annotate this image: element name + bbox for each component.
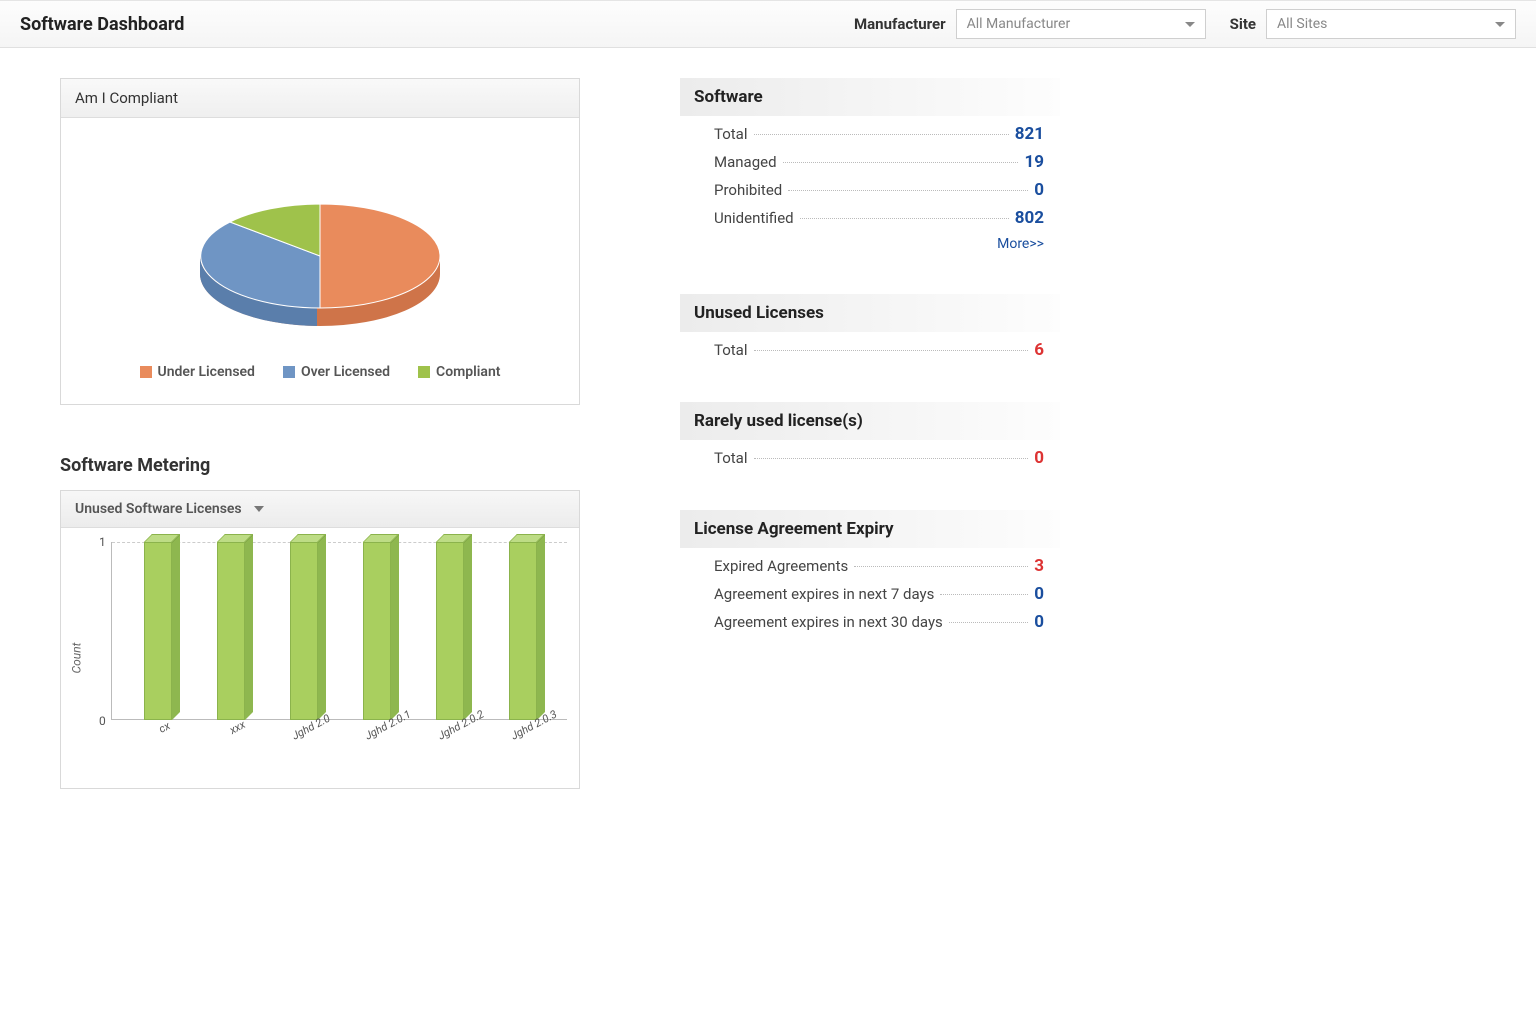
stat-value: 6 xyxy=(1034,340,1044,360)
unused-row[interactable]: Total 6 xyxy=(696,332,1044,360)
bar-ylabel: Count xyxy=(69,643,83,674)
dots-divider xyxy=(800,218,1009,219)
dots-divider xyxy=(940,594,1028,595)
software-more-link[interactable]: More>> xyxy=(997,236,1044,252)
expiry-row[interactable]: Agreement expires in next 30 days 0 xyxy=(696,604,1044,632)
bar[interactable] xyxy=(436,542,468,720)
manufacturer-label: Manufacturer xyxy=(854,15,946,33)
stat-value: 0 xyxy=(1034,612,1044,632)
expiry-row[interactable]: Agreement expires in next 7 days 0 xyxy=(696,576,1044,604)
stat-label: Unidentified xyxy=(714,209,794,227)
expiry-row[interactable]: Expired Agreements 3 xyxy=(696,548,1044,576)
stat-label: Total xyxy=(714,449,748,467)
compliance-legend: Under Licensed Over Licensed Compliant xyxy=(73,352,567,394)
stat-label: Agreement expires in next 7 days xyxy=(714,585,934,603)
unused-summary-title: Unused Licenses xyxy=(680,294,1060,332)
software-summary: Software Total821Managed19Prohibited0Uni… xyxy=(680,78,1060,252)
legend-under-licensed[interactable]: Under Licensed xyxy=(140,364,255,380)
bar-ytick: 0 xyxy=(99,714,106,728)
bar[interactable] xyxy=(217,542,249,720)
swatch-icon xyxy=(283,366,295,378)
swatch-icon xyxy=(418,366,430,378)
legend-over-licensed[interactable]: Over Licensed xyxy=(283,364,390,380)
bar[interactable] xyxy=(509,542,541,720)
unused-summary: Unused Licenses Total 6 xyxy=(680,294,1060,360)
stat-label: Total xyxy=(714,125,748,143)
metering-card: Unused Software Licenses Count 1 0 cxxxx… xyxy=(60,490,580,789)
software-row[interactable]: Total 821 xyxy=(696,116,1044,144)
stat-value: 19 xyxy=(1024,152,1044,172)
stat-label: Agreement expires in next 30 days xyxy=(714,613,943,631)
rarely-summary-title: Rarely used license(s) xyxy=(680,402,1060,440)
stat-label: Managed xyxy=(714,153,777,171)
rarely-row[interactable]: Total 0 xyxy=(696,440,1044,468)
chevron-down-icon xyxy=(1185,22,1195,27)
bar[interactable] xyxy=(144,542,176,720)
page-title: Software Dashboard xyxy=(20,14,184,35)
stat-value: 802 xyxy=(1015,208,1044,228)
stat-label: Total xyxy=(714,341,748,359)
dots-divider xyxy=(754,350,1029,351)
stat-value: 3 xyxy=(1034,556,1044,576)
rarely-summary: Rarely used license(s) Total 0 xyxy=(680,402,1060,468)
chevron-down-icon xyxy=(254,506,264,512)
site-value: All Sites xyxy=(1277,16,1327,32)
stat-label: Expired Agreements xyxy=(714,557,848,575)
manufacturer-value: All Manufacturer xyxy=(967,16,1071,32)
metering-dropdown[interactable]: Unused Software Licenses xyxy=(61,491,579,528)
metering-bar-chart: Count 1 0 cxxxxJghd 2.0Jghd 2.0.1Jghd 2.… xyxy=(61,528,579,788)
expiry-summary-title: License Agreement Expiry xyxy=(680,510,1060,548)
stat-value: 821 xyxy=(1015,124,1044,144)
software-row[interactable]: Managed 19 xyxy=(696,144,1044,172)
bar[interactable] xyxy=(290,542,322,720)
software-row[interactable]: Prohibited 0 xyxy=(696,172,1044,200)
dots-divider xyxy=(788,190,1028,191)
stat-value: 0 xyxy=(1034,584,1044,604)
dots-divider xyxy=(949,622,1028,623)
swatch-icon xyxy=(140,366,152,378)
compliance-card: Am I Compliant xyxy=(60,78,580,405)
expiry-summary: License Agreement Expiry Expired Agreeme… xyxy=(680,510,1060,632)
stat-value: 0 xyxy=(1034,180,1044,200)
software-summary-title: Software xyxy=(680,78,1060,116)
metering-heading: Software Metering xyxy=(60,455,580,476)
legend-compliant[interactable]: Compliant xyxy=(418,364,500,380)
manufacturer-dropdown[interactable]: All Manufacturer xyxy=(956,9,1206,39)
dots-divider xyxy=(754,458,1029,459)
bar[interactable] xyxy=(363,542,395,720)
site-dropdown[interactable]: All Sites xyxy=(1266,9,1516,39)
software-row[interactable]: Unidentified 802 xyxy=(696,200,1044,228)
compliance-card-title: Am I Compliant xyxy=(61,79,579,118)
compliance-pie-chart xyxy=(170,166,470,336)
chevron-down-icon xyxy=(1495,22,1505,27)
dots-divider xyxy=(754,134,1009,135)
site-label: Site xyxy=(1230,15,1256,33)
dots-divider xyxy=(783,162,1019,163)
top-bar: Software Dashboard Manufacturer All Manu… xyxy=(0,0,1536,48)
stat-value: 0 xyxy=(1034,448,1044,468)
dots-divider xyxy=(854,566,1028,567)
metering-dropdown-label: Unused Software Licenses xyxy=(75,501,242,517)
stat-label: Prohibited xyxy=(714,181,782,199)
bar-ytick: 1 xyxy=(99,535,106,549)
